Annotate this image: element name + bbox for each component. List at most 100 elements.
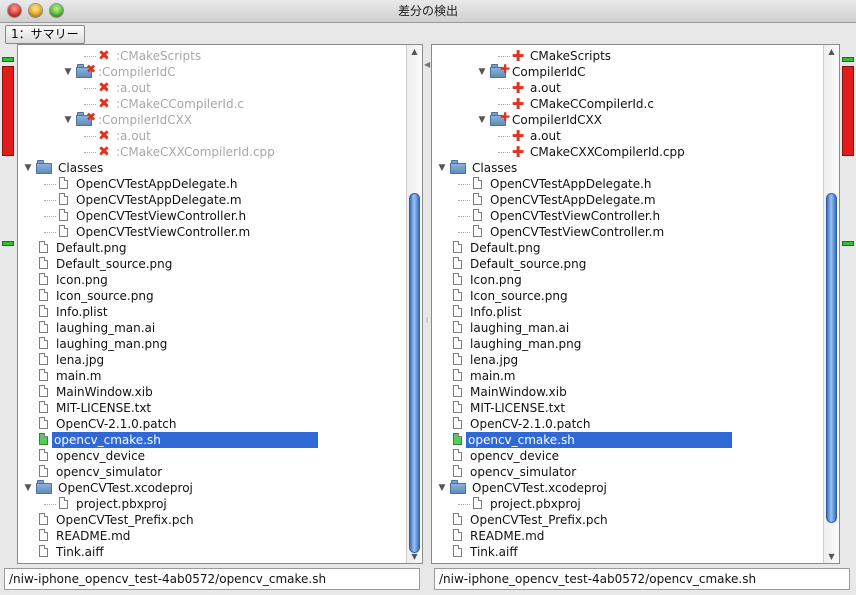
tree-row[interactable]: README.md [18, 528, 406, 544]
disclosure-triangle-icon[interactable]: ▼ [476, 64, 488, 80]
tree-row[interactable]: main.m [18, 368, 406, 384]
tree-row[interactable]: OpenCVTestAppDelegate.m [18, 192, 406, 208]
tree-row[interactable]: OpenCVTestAppDelegate.m [432, 192, 823, 208]
disclosure-triangle-icon[interactable]: ▼ [476, 112, 488, 128]
disclosure-triangle-icon[interactable]: ▼ [436, 160, 448, 176]
left-path-field[interactable]: /niw-iphone_opencv_test-4ab0572/opencv_c… [4, 568, 420, 590]
tree-row[interactable]: ▼ Classes [432, 160, 823, 176]
tree-row[interactable]: OpenCVTestViewController.m [18, 224, 406, 240]
scroll-up-arrow-icon[interactable]: ▲ [824, 45, 839, 58]
scroll-down-arrow-icon[interactable]: ▼ [824, 550, 839, 563]
tree-row[interactable]: Default.png [432, 240, 823, 256]
tree-row[interactable]: OpenCV-2.1.0.patch [18, 416, 406, 432]
tree-row[interactable]: OpenCVTest_Prefix.pch [432, 512, 823, 528]
tree-row[interactable]: ✚ CMakeScripts [432, 48, 823, 64]
tree-row[interactable]: Tink.aiff [432, 544, 823, 560]
tree-row[interactable]: ▼ ✚ CompilerIdCXX [432, 111, 823, 128]
change-marker[interactable] [842, 66, 854, 156]
tree-row[interactable]: MIT-LICENSE.txt [18, 400, 406, 416]
tree-row[interactable]: ✚ a.out [432, 80, 823, 96]
tree-row[interactable]: ▼ Classes [18, 160, 406, 176]
tree-row[interactable]: OpenCVTestViewController.h [18, 208, 406, 224]
right-file-tree[interactable]: ✚ CMakeScripts ▼ ✚ CompilerIdC ✚ a.out ✚ CMakeCC… [431, 44, 840, 564]
disclosure-triangle-icon[interactable]: ▼ [436, 480, 448, 496]
tree-row[interactable]: Tink.aiff [18, 544, 406, 560]
tree-row[interactable]: project.pbxproj [432, 496, 823, 512]
tree-row[interactable]: laughing_man.png [432, 336, 823, 352]
tree-row[interactable]: ▼ ✖:CompilerIdCXX [18, 111, 406, 128]
tree-row[interactable]: Default.png [18, 240, 406, 256]
tree-row-label: README.md [470, 529, 545, 543]
tree-row[interactable]: Icon_source.png [432, 288, 823, 304]
right-path-field[interactable]: /niw-iphone_opencv_test-4ab0572/opencv_c… [434, 568, 850, 590]
tree-row[interactable]: OpenCVTestViewController.m [432, 224, 823, 240]
tree-row[interactable]: laughing_man.ai [432, 320, 823, 336]
scroll-up-arrow-icon[interactable]: ▲ [407, 45, 422, 58]
zoom-window-button[interactable] [50, 4, 63, 17]
disclosure-triangle-icon[interactable]: ▼ [22, 160, 34, 176]
tree-row[interactable]: OpenCVTestAppDelegate.h [18, 176, 406, 192]
tree-row[interactable]: ▼ OpenCVTest.xcodeproj [432, 480, 823, 496]
tree-row[interactable]: ✖:a.out [18, 128, 406, 144]
tree-row[interactable]: lena.jpg [18, 352, 406, 368]
same-marker[interactable] [842, 241, 854, 246]
tree-row-label: Info.plist [56, 305, 108, 319]
tree-row[interactable]: opencv_simulator [432, 464, 823, 480]
left-file-tree[interactable]: ✖:CMakeScripts ▼ ✖:CompilerIdC ✖:a.out ✖:CMa… [17, 44, 423, 564]
tree-row[interactable]: Info.plist [432, 304, 823, 320]
disclosure-triangle-icon[interactable]: ▼ [62, 64, 74, 80]
scroll-down-arrow-icon[interactable]: ▼ [407, 550, 422, 563]
tree-row[interactable]: OpenCVTestAppDelegate.h [432, 176, 823, 192]
split-handle-icon[interactable]: ⁝ [424, 316, 430, 325]
tree-row[interactable]: MainWindow.xib [432, 384, 823, 400]
split-left-arrow-icon[interactable]: ◀ [424, 60, 430, 69]
tree-row[interactable]: ✖:CMakeScripts [18, 48, 406, 64]
same-marker[interactable] [2, 57, 14, 62]
tree-row[interactable]: ✖:CMakeCXXCompilerId.cpp [18, 144, 406, 160]
tree-row[interactable]: opencv_cmake.sh [432, 432, 823, 448]
tree-row[interactable]: laughing_man.png [18, 336, 406, 352]
right-scroll-thumb[interactable] [826, 193, 837, 523]
summary-button[interactable]: 1：サマリー [5, 25, 85, 44]
tree-row[interactable]: ▼ OpenCVTest.xcodeproj [18, 480, 406, 496]
change-marker[interactable] [2, 66, 14, 156]
tree-row[interactable]: Default_source.png [432, 256, 823, 272]
tree-row[interactable]: ✚ a.out [432, 128, 823, 144]
right-vertical-scrollbar[interactable]: ▲ ▼ [823, 45, 839, 563]
tree-row[interactable]: Info.plist [18, 304, 406, 320]
tree-row[interactable]: MIT-LICENSE.txt [432, 400, 823, 416]
close-window-button[interactable] [8, 4, 21, 17]
tree-row[interactable]: Icon.png [432, 272, 823, 288]
tree-row[interactable]: ▼ ✖:CompilerIdC [18, 63, 406, 80]
right-diff-gutter[interactable] [840, 44, 854, 564]
tree-row[interactable]: Icon_source.png [18, 288, 406, 304]
tree-row[interactable]: OpenCVTest_Prefix.pch [18, 512, 406, 528]
tree-row[interactable]: main.m [432, 368, 823, 384]
tree-row[interactable]: opencv_device [432, 448, 823, 464]
tree-row[interactable]: opencv_device [18, 448, 406, 464]
tree-row[interactable]: ✖:a.out [18, 80, 406, 96]
tree-row[interactable]: opencv_cmake.sh [18, 432, 406, 448]
tree-row[interactable]: README.md [432, 528, 823, 544]
left-diff-gutter[interactable] [0, 44, 14, 564]
tree-row[interactable]: opencv_simulator [18, 464, 406, 480]
tree-row[interactable]: Default_source.png [18, 256, 406, 272]
left-scroll-thumb[interactable] [409, 193, 420, 553]
tree-row[interactable]: ✖:CMakeCCompilerId.c [18, 96, 406, 112]
same-marker[interactable] [2, 241, 14, 246]
same-marker[interactable] [842, 57, 854, 62]
tree-row[interactable]: OpenCV-2.1.0.patch [432, 416, 823, 432]
tree-row[interactable]: OpenCVTestViewController.h [432, 208, 823, 224]
tree-row[interactable]: ▼ ✚ CompilerIdC [432, 63, 823, 80]
tree-row[interactable]: lena.jpg [432, 352, 823, 368]
tree-row[interactable]: ✚ CMakeCCompilerId.c [432, 96, 823, 112]
disclosure-triangle-icon[interactable]: ▼ [22, 480, 34, 496]
minimize-window-button[interactable] [29, 4, 42, 17]
tree-row[interactable]: ✚ CMakeCXXCompilerId.cpp [432, 144, 823, 160]
left-vertical-scrollbar[interactable]: ▲ ▼ [406, 45, 422, 563]
tree-row[interactable]: laughing_man.ai [18, 320, 406, 336]
tree-row[interactable]: project.pbxproj [18, 496, 406, 512]
tree-row[interactable]: Icon.png [18, 272, 406, 288]
tree-row[interactable]: MainWindow.xib [18, 384, 406, 400]
disclosure-triangle-icon[interactable]: ▼ [62, 112, 74, 128]
